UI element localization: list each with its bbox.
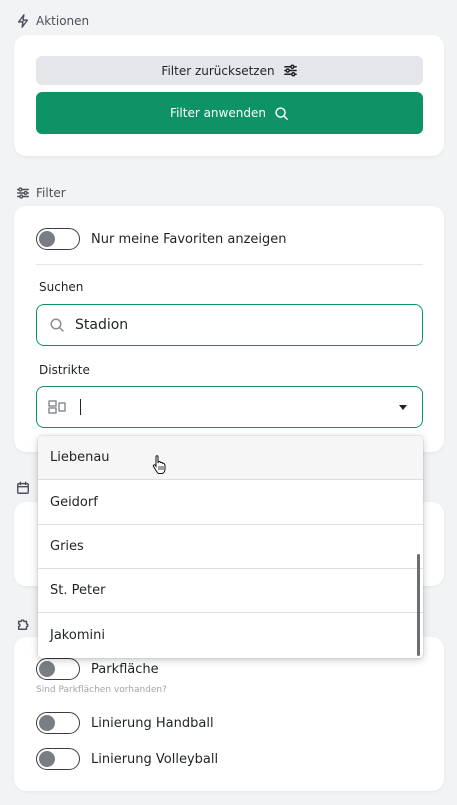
handball-toggle[interactable] <box>36 712 80 734</box>
handball-toggle-row[interactable]: Linierung Handball <box>36 712 214 734</box>
apply-filter-button[interactable]: Filter anwenden <box>36 92 423 134</box>
features-card: Parkfläche Sind Parkflächen vorhanden? L… <box>14 637 444 791</box>
reset-filter-label: Filter zurücksetzen <box>161 63 275 78</box>
sliders-icon <box>17 187 29 199</box>
districts-dropdown-menu[interactable]: Liebenau Geidorf Gries St. Peter Jakomin… <box>38 436 423 658</box>
dropdown-option-gries[interactable]: Gries <box>38 525 423 569</box>
section-heading-filter: Filter <box>16 186 66 200</box>
dropdown-option-jakomini[interactable]: Jakomini <box>38 613 423 657</box>
districts-select[interactable] <box>36 386 423 428</box>
handball-toggle-label: Linierung Handball <box>91 715 214 731</box>
section-title: Aktionen <box>36 14 90 28</box>
dropdown-scrollbar[interactable] <box>417 554 420 656</box>
favorites-toggle-label: Nur meine Favoriten anzeigen <box>91 231 287 247</box>
search-label: Suchen <box>39 280 84 294</box>
search-input[interactable]: Stadion <box>36 304 423 346</box>
section-heading-actions: Aktionen <box>16 14 89 28</box>
calendar-icon <box>17 481 29 494</box>
volleyball-toggle[interactable] <box>36 748 80 770</box>
reset-filter-button[interactable]: Filter zurücksetzen <box>36 56 423 85</box>
dropdown-option-st-peter[interactable]: St. Peter <box>38 569 423 613</box>
dropdown-option-liebenau[interactable]: Liebenau <box>38 436 423 480</box>
parking-toggle[interactable] <box>36 658 80 680</box>
lightning-icon <box>17 14 29 28</box>
search-input-value: Stadion <box>75 317 129 333</box>
divider <box>36 264 423 265</box>
hand-pointer-icon <box>152 455 166 474</box>
favorites-toggle[interactable] <box>36 228 80 250</box>
apply-filter-label: Filter anwenden <box>170 106 266 120</box>
puzzle-icon <box>17 619 29 630</box>
filter-card: Nur meine Favoriten anzeigen Suchen Stad… <box>14 206 444 452</box>
section-heading-calendar <box>16 481 30 495</box>
districts-label: Distrikte <box>39 363 90 377</box>
sliders-icon <box>283 64 297 77</box>
volleyball-toggle-label: Linierung Volleyball <box>91 751 219 767</box>
section-heading-features <box>16 617 30 631</box>
volleyball-toggle-row[interactable]: Linierung Volleyball <box>36 748 218 770</box>
dropdown-option-geidorf[interactable]: Geidorf <box>38 481 423 525</box>
text-cursor <box>80 399 81 415</box>
search-icon <box>275 106 288 120</box>
chevron-down-icon[interactable] <box>399 405 407 410</box>
parking-toggle-label: Parkfläche <box>91 661 159 677</box>
parking-hint: Sind Parkflächen vorhanden? <box>36 685 167 695</box>
grid-icon <box>48 400 66 414</box>
parking-toggle-row[interactable]: Parkfläche <box>36 658 159 680</box>
actions-card: Filter zurücksetzen Filter anwenden <box>14 35 444 156</box>
search-icon <box>50 318 64 332</box>
section-title: Filter <box>36 186 66 200</box>
favorites-toggle-row[interactable]: Nur meine Favoriten anzeigen <box>36 228 287 250</box>
